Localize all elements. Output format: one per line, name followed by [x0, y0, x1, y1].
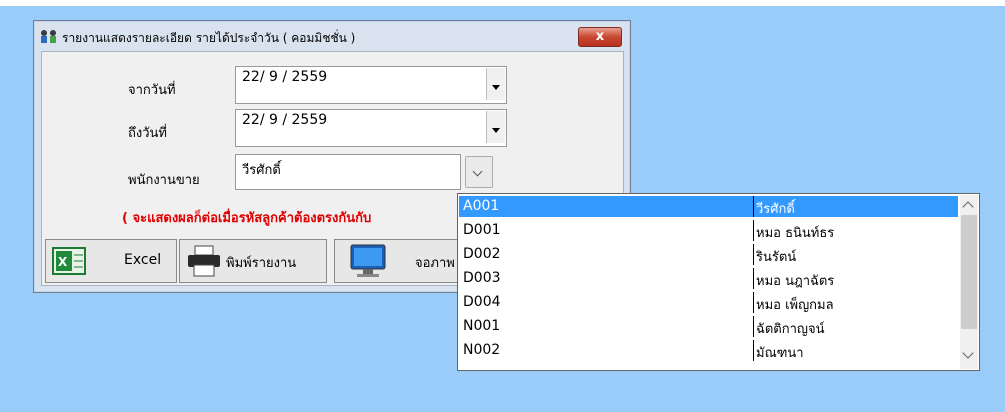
- excel-button-label: Excel: [124, 252, 162, 268]
- list-item[interactable]: D002 รินรัตน์: [459, 244, 958, 265]
- list-item[interactable]: N002 มัณฑนา: [459, 340, 958, 361]
- salesperson-name: รินรัตน์: [756, 250, 797, 265]
- salesperson-label: พนักงานขาย: [128, 173, 200, 188]
- salesperson-code: D001: [463, 222, 501, 238]
- list-item[interactable]: D001 หมอ ธนินท์ธร: [459, 220, 958, 241]
- excel-button[interactable]: X Excel: [45, 239, 177, 283]
- print-report-button[interactable]: พิมพ์รายงาน: [179, 239, 327, 283]
- people-app-icon: [41, 30, 56, 43]
- salesperson-value: วีรศักดิ์: [242, 163, 281, 178]
- salesperson-field[interactable]: วีรศักดิ์: [235, 154, 461, 190]
- print-report-label: พิมพ์รายงาน: [226, 256, 297, 271]
- column-divider: [753, 244, 754, 265]
- column-divider: [753, 196, 754, 217]
- salesperson-code: N002: [463, 342, 501, 358]
- window-title: รายงานแสดงรายละเอียด รายได้ประจำวัน ( คอ…: [62, 31, 356, 45]
- salesperson-name: หมอ นฎาฉัตร: [756, 274, 835, 289]
- close-button[interactable]: x: [578, 27, 622, 47]
- salesperson-name: หมอ เพ็ญกมล: [756, 298, 834, 313]
- to-date-picker[interactable]: 22/ 9 / 2559: [235, 109, 507, 147]
- dropdown-scrollbar[interactable]: [960, 195, 978, 369]
- list-item[interactable]: A001 วีรศักดิ์: [459, 196, 958, 217]
- column-divider: [753, 220, 754, 241]
- salesperson-dropdown-chevron-down-icon[interactable]: [465, 156, 493, 188]
- match-warning-text: ( จะแสดงผลก็ต่อเมื่อรหัสลูกค้าต้องตรงกัน…: [122, 211, 372, 226]
- screen-preview-label: จอภาพ: [415, 256, 455, 271]
- close-icon: x: [595, 29, 605, 44]
- scroll-up-icon[interactable]: [962, 201, 974, 213]
- to-date-label: ถึงวันที่: [128, 126, 167, 141]
- salesperson-code: A001: [463, 198, 500, 214]
- from-date-picker[interactable]: 22/ 9 / 2559: [235, 66, 507, 104]
- salesperson-name: หมอ ธนินท์ธร: [756, 226, 835, 241]
- scroll-down-icon[interactable]: [962, 347, 974, 359]
- salesperson-code: D003: [463, 270, 501, 286]
- column-divider: [753, 340, 754, 361]
- printer-icon: [188, 245, 220, 277]
- list-item[interactable]: D003 หมอ นฎาฉัตร: [459, 268, 958, 289]
- excel-icon: X: [52, 247, 86, 275]
- salesperson-code: D004: [463, 294, 501, 310]
- salesperson-name: มัณฑนา: [756, 346, 804, 361]
- salesperson-name: ฉัตติกาญจน์: [756, 322, 825, 337]
- from-date-label: จากวันที่: [128, 83, 176, 98]
- from-date-value: 22/ 9 / 2559: [242, 69, 328, 85]
- list-item[interactable]: D004 หมอ เพ็ญกมล: [459, 292, 958, 313]
- column-divider: [753, 292, 754, 313]
- column-divider: [753, 316, 754, 337]
- title-bar[interactable]: รายงานแสดงรายละเอียด รายได้ประจำวัน ( คอ…: [34, 21, 630, 51]
- salesperson-code: D002: [463, 246, 501, 262]
- to-date-dropdown-arrow-icon[interactable]: [486, 111, 505, 143]
- screen-preview-button[interactable]: จอภาพ: [334, 239, 466, 283]
- column-divider: [753, 268, 754, 289]
- scrollbar-thumb[interactable]: [961, 215, 977, 329]
- salesperson-dropdown-list[interactable]: A001 วีรศักดิ์ D001 หมอ ธนินท์ธร D002 ริ…: [457, 193, 980, 371]
- salesperson-name: วีรศักดิ์: [756, 202, 795, 217]
- desktop-top-strip: [0, 0, 1005, 6]
- svg-text:X: X: [58, 255, 68, 269]
- from-date-dropdown-arrow-icon[interactable]: [486, 68, 505, 100]
- salesperson-code: N001: [463, 318, 501, 334]
- monitor-icon: [350, 244, 386, 277]
- list-item[interactable]: N001 ฉัตติกาญจน์: [459, 316, 958, 337]
- to-date-value: 22/ 9 / 2559: [242, 112, 328, 128]
